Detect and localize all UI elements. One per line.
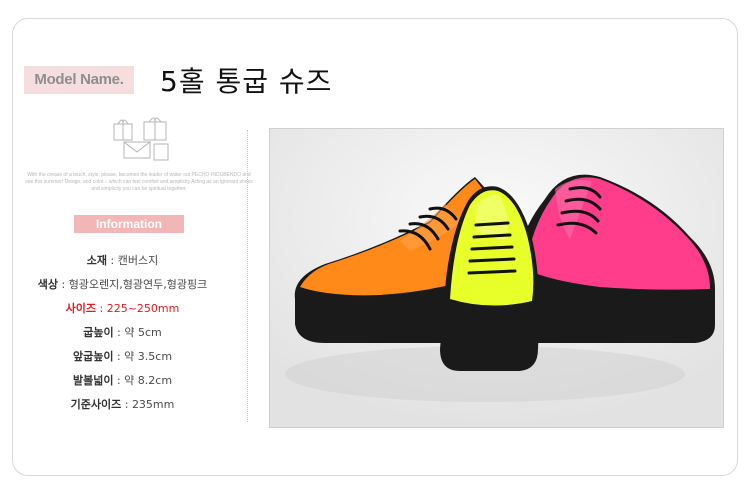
model-name-badge: Model Name. [24, 66, 134, 94]
spec-separator: : [57, 278, 69, 291]
spec-label: 앞굽높이 [72, 350, 114, 363]
spec-value: 형광오렌지,형광연두,형광핑크 [68, 278, 208, 291]
spec-row: 발볼넓이 : 약 8.2cm [0, 372, 245, 388]
spec-row: 사이즈 : 225~250mm [0, 300, 245, 316]
spec-separator: : [96, 302, 107, 315]
spec-value: 캔버스지 [117, 254, 159, 267]
spec-row: 색상 : 형광오렌지,형광연두,형광핑크 [0, 276, 245, 292]
spec-value: 225~250mm [106, 302, 180, 315]
vertical-divider [247, 130, 248, 422]
gift-box-icon [113, 117, 169, 161]
shoes-illustration [270, 129, 723, 427]
spec-value: 235mm [131, 398, 175, 411]
spec-label: 발볼넓이 [72, 374, 114, 387]
spec-row: 굽높이 : 약 5cm [0, 324, 245, 340]
spec-row: 소재 : 캔버스지 [0, 252, 245, 268]
spec-label: 굽높이 [83, 326, 114, 339]
product-title: 5홀 통굽 슈즈 [160, 65, 333, 98]
spec-label: 사이즈 [65, 302, 97, 315]
spec-separator: : [113, 326, 125, 339]
spec-separator: : [107, 254, 118, 267]
product-photo [269, 128, 724, 428]
information-badge: Information [74, 215, 184, 233]
spec-value: 약 3.5cm [124, 350, 173, 363]
spec-separator: : [121, 398, 132, 411]
spec-separator: : [113, 374, 125, 387]
spec-label: 기준사이즈 [70, 398, 122, 411]
spec-value: 약 8.2cm [124, 374, 173, 387]
spec-label: 색상 [37, 278, 58, 291]
spec-row: 앞굽높이 : 약 3.5cm [0, 348, 245, 364]
spec-row: 기준사이즈 : 235mm [0, 396, 245, 412]
spec-separator: : [113, 350, 125, 363]
description-text: With the crease of a touch, style, pleas… [25, 172, 253, 192]
spec-label: 소재 [86, 254, 108, 267]
spec-value: 약 5cm [124, 326, 162, 339]
